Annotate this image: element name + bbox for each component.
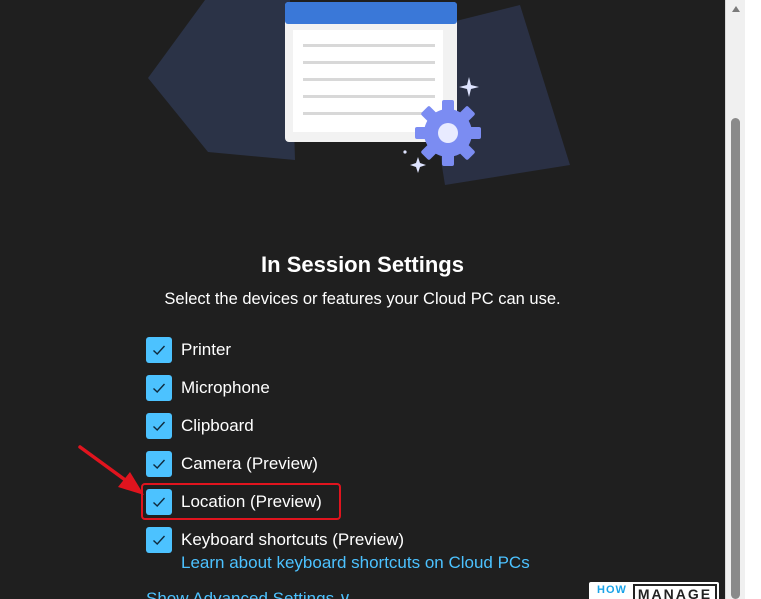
check-icon <box>153 535 166 545</box>
outer-background <box>745 0 761 599</box>
red-arrow-icon <box>78 445 144 495</box>
option-label: Camera (Preview) <box>181 454 318 473</box>
hero-gear-icon <box>415 100 481 166</box>
hero-window-titlebar <box>285 2 457 24</box>
watermark-logo: HOW MANAGE <box>589 582 719 599</box>
sparkle-dot-icon <box>403 150 407 154</box>
learn-keyboard-shortcuts-link[interactable]: Learn about keyboard shortcuts on Cloud … <box>181 553 530 573</box>
option-keyboard-shortcuts[interactable]: Keyboard shortcuts (Preview) <box>146 527 404 553</box>
scroll-up-button[interactable] <box>726 0 746 18</box>
watermark-how: HOW <box>597 584 627 596</box>
vertical-scrollbar[interactable] <box>725 0 745 599</box>
watermark-manage: MANAGE <box>632 584 718 599</box>
keyboard-shortcuts-checkbox[interactable] <box>146 527 172 553</box>
show-advanced-settings-link[interactable]: Show Advanced Settings ∨ <box>146 589 351 599</box>
option-label: Keyboard shortcuts (Preview) <box>181 530 404 549</box>
sparkle-icon <box>410 157 426 173</box>
in-session-settings-window: In Session Settings Select the devices o… <box>0 0 761 599</box>
scrollbar-thumb[interactable] <box>731 118 740 599</box>
chevron-up-icon <box>732 6 740 12</box>
